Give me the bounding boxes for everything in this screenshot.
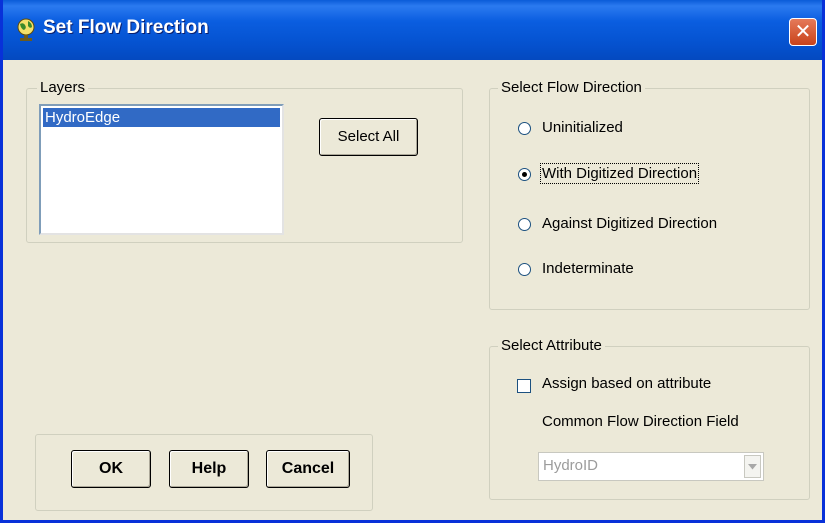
dropdown-arrow-icon[interactable] xyxy=(744,455,761,478)
attribute-group-label: Select Attribute xyxy=(498,337,605,354)
radio-label: Indeterminate xyxy=(542,260,634,277)
list-item[interactable]: HydroEdge xyxy=(43,108,280,127)
layers-listbox[interactable]: HydroEdge xyxy=(39,104,284,235)
close-icon: ✕ xyxy=(794,19,812,43)
assign-attribute-label: Assign based on attribute xyxy=(542,375,712,392)
flow-direction-field-label: Common Flow Direction Field xyxy=(542,413,753,430)
radio-button[interactable] xyxy=(518,218,531,231)
help-button[interactable]: Help xyxy=(169,450,249,488)
select-all-button[interactable]: Select All xyxy=(319,118,418,156)
radio-button-selected[interactable] xyxy=(518,168,531,181)
layers-group-label: Layers xyxy=(37,79,89,96)
flow-direction-group-label: Select Flow Direction xyxy=(498,79,645,96)
title-bar[interactable]: Set Flow Direction ✕ xyxy=(3,0,822,60)
radio-label: Uninitialized xyxy=(542,119,623,136)
close-button[interactable]: ✕ xyxy=(789,18,817,46)
radio-button[interactable] xyxy=(518,263,531,276)
select-value: HydroID xyxy=(543,457,599,474)
window-title: Set Flow Direction xyxy=(43,17,209,38)
radio-label: Against Digitized Direction xyxy=(542,215,718,232)
assign-attribute-checkbox[interactable] xyxy=(517,379,531,393)
radio-button[interactable] xyxy=(518,122,531,135)
cancel-button[interactable]: Cancel xyxy=(266,450,350,488)
radio-label: With Digitized Direction xyxy=(539,163,700,184)
globe-icon xyxy=(17,18,35,41)
ok-button[interactable]: OK xyxy=(71,450,151,488)
flow-direction-group xyxy=(489,88,810,310)
flow-direction-field-select[interactable]: HydroID xyxy=(538,452,764,481)
dialog-window: Set Flow Direction ✕ Layers HydroEdge Se… xyxy=(0,0,825,523)
radio-dot-icon xyxy=(522,172,527,177)
